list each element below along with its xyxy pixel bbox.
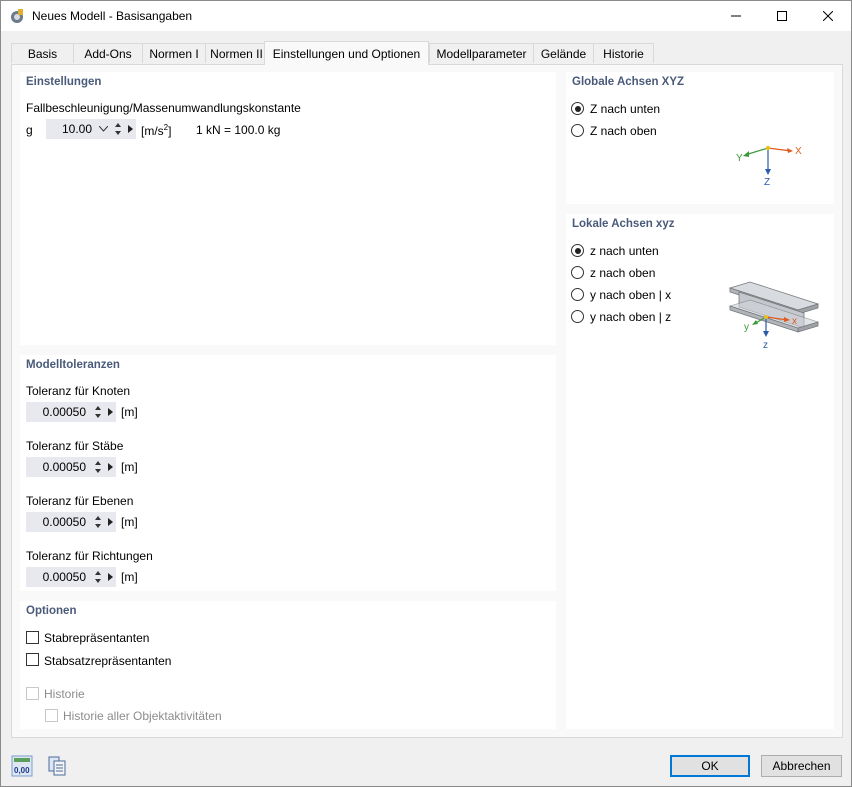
tab-gelaende[interactable]: Gelände [533,43,594,63]
tol-richtungen-unit: [m] [121,570,138,584]
y-nach-oben-x-label: y nach oben | x [590,288,672,302]
tol-knoten-input[interactable]: 0.00050 [26,402,116,422]
stabrep-label: Stabrepräsentanten [44,631,150,645]
spin-arrow-icon[interactable] [128,125,133,133]
gravity-unit: [m/s2] [141,123,172,138]
tab-basis[interactable]: Basis [11,43,74,63]
einstellungen-title: Einstellungen [26,76,102,88]
tab-modellparameter[interactable]: Modellparameter [429,43,534,63]
radio-local-z-nach-oben[interactable] [571,266,584,279]
g-symbol: g [26,123,33,137]
maximize-button[interactable] [759,1,805,31]
tol-staebe-unit: [m] [121,460,138,474]
historie-checkbox[interactable] [26,687,39,700]
units-button[interactable]: 0,00 [11,755,33,777]
bottom-bar: 0,00 OK Abbrechen [1,746,851,786]
tol-ebenen-unit: [m] [121,515,138,529]
copy-document-icon [48,756,66,776]
chevron-down-icon[interactable] [99,126,108,132]
historie-label: Historie [44,687,85,701]
tol-richtungen-label: Toleranz für Richtungen [26,549,153,563]
title-bar: Neues Modell - Basisangaben [1,1,851,31]
ok-button[interactable]: OK [670,755,750,777]
tol-staebe-input[interactable]: 0.00050 [26,457,116,477]
conversion-text: 1 kN = 100.0 kg [196,123,281,137]
units-icon: 0,00 [11,755,33,777]
close-icon [823,11,833,21]
radio-y-nach-oben-z[interactable] [571,310,584,323]
modelltoleranzen-panel: Modelltoleranzen Toleranz für Knoten 0.0… [20,355,556,591]
historie-alle-checkbox[interactable] [45,709,58,722]
spin-arrow-icon[interactable] [108,573,113,581]
dialog-window: Neues Modell - Basisangaben Basis Add-On… [0,0,852,787]
spin-arrow-icon[interactable] [108,463,113,471]
tol-knoten-value: 0.00050 [42,405,86,419]
stabrep-checkbox[interactable] [26,631,39,644]
tab-einstellungen-und-optionen[interactable]: Einstellungen und Optionen [264,41,429,65]
radio-z-nach-oben[interactable] [571,124,584,137]
einstellungen-panel: Einstellungen Fallbeschleunigung/Massenu… [20,72,556,345]
globale-achsen-panel: Globale Achsen XYZ Z nach unten Z nach o… [566,72,834,204]
i-beam-axes-icon: x y z [728,281,820,350]
spin-updown-icon[interactable] [114,121,122,137]
local-axis-z-label: z [763,340,768,350]
spin-updown-icon[interactable] [94,459,102,475]
close-button[interactable] [805,1,851,31]
axis-y-label: Y [736,153,743,164]
tol-ebenen-value: 0.00050 [42,515,86,529]
axis-z-label: Z [764,177,770,188]
minimize-icon [731,15,741,17]
tol-staebe-value: 0.00050 [42,460,86,474]
modelltoleranzen-title: Modelltoleranzen [26,359,120,371]
tab-add-ons[interactable]: Add-Ons [73,43,143,63]
lokale-achsen-panel: Lokale Achsen xyz z nach unten z nach ob… [566,214,834,729]
radio-z-nach-unten[interactable] [571,102,584,115]
stabsatzrep-checkbox[interactable] [26,653,39,666]
lokale-achsen-title: Lokale Achsen xyz [572,218,675,230]
tol-knoten-label: Toleranz für Knoten [26,384,131,398]
spin-updown-icon[interactable] [94,404,102,420]
global-axes-icon: X Y Z [736,145,802,188]
stabsatzrep-label: Stabsatzrepräsentanten [44,654,172,668]
local-z-nach-oben-label: z nach oben [590,266,656,280]
tol-richtungen-value: 0.00050 [42,570,86,584]
radio-y-nach-oben-x[interactable] [571,288,584,301]
tol-richtungen-input[interactable]: 0.00050 [26,567,116,587]
svg-text:0,00: 0,00 [14,766,30,775]
local-axis-x-label: x [792,316,797,327]
spin-arrow-icon[interactable] [108,408,113,416]
optionen-title: Optionen [26,605,77,617]
historie-alle-label: Historie aller Objektaktivitäten [63,709,222,723]
tol-ebenen-input[interactable]: 0.00050 [26,512,116,532]
local-axis-y-label: y [744,322,749,333]
tab-normen-2[interactable]: Normen II [205,43,268,63]
tab-normen-1[interactable]: Normen I [142,43,206,63]
spin-updown-icon[interactable] [94,514,102,530]
gravity-input[interactable]: 10.00 [46,119,136,139]
axis-x-label: X [795,146,802,157]
tab-historie[interactable]: Historie [593,43,654,63]
copy-settings-button[interactable] [46,755,68,777]
optionen-panel: Optionen Stabrepräsentanten Stabsatzrepr… [20,601,556,729]
maximize-icon [777,11,787,21]
globale-achsen-title: Globale Achsen XYZ [572,76,685,88]
tol-knoten-unit: [m] [121,405,138,419]
z-nach-oben-label: Z nach oben [590,124,657,138]
gravity-label: Fallbeschleunigung/Massenumwandlungskons… [26,101,301,115]
app-icon [11,9,23,23]
tol-staebe-label: Toleranz für Stäbe [26,439,124,453]
radio-local-z-nach-unten[interactable] [571,244,584,257]
spin-arrow-icon[interactable] [108,518,113,526]
tab-content: Einstellungen Fallbeschleunigung/Massenu… [11,64,843,738]
cancel-button[interactable]: Abbrechen [761,755,842,777]
local-z-nach-unten-label: z nach unten [590,244,659,258]
gravity-value: 10.00 [61,122,92,136]
tol-ebenen-label: Toleranz für Ebenen [26,494,134,508]
y-nach-oben-z-label: y nach oben | z [590,310,672,324]
z-nach-unten-label: Z nach unten [590,102,661,116]
window-title: Neues Modell - Basisangaben [32,9,193,23]
spin-updown-icon[interactable] [94,569,102,585]
minimize-button[interactable] [713,1,759,31]
